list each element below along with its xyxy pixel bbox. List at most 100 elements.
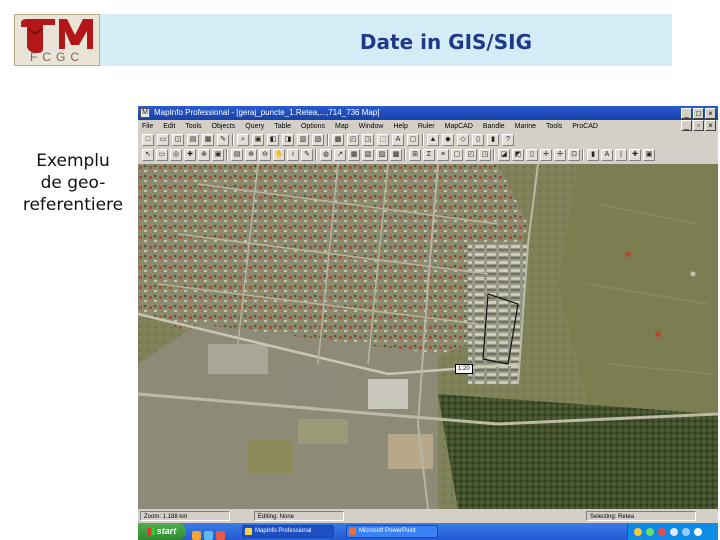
menu-help[interactable]: Help bbox=[389, 120, 411, 133]
toolbar-button-icon[interactable]: ▢ bbox=[407, 134, 419, 146]
toolbar-button-icon[interactable]: Σ bbox=[423, 149, 435, 161]
tray-icon[interactable] bbox=[658, 528, 666, 536]
menu-table[interactable]: Table bbox=[270, 120, 295, 133]
toolbar-button-icon[interactable]: ▣ bbox=[252, 134, 264, 146]
toolbar-button-icon[interactable]: ↖ bbox=[142, 149, 154, 161]
toolbar-button-icon[interactable]: ▣ bbox=[643, 149, 655, 161]
mdi-close-icon[interactable]: × bbox=[705, 120, 716, 131]
toolbar-button-icon[interactable]: ≡ bbox=[437, 149, 449, 161]
toolbar-button-icon[interactable]: ▮ bbox=[487, 134, 499, 146]
toolbar-button-icon[interactable]: ◆ bbox=[442, 134, 454, 146]
toolbar-button-icon[interactable]: ◎ bbox=[170, 149, 182, 161]
toolbar-button-icon[interactable]: ⌕ bbox=[237, 134, 249, 146]
standard-toolbar: □ ▭ ◫ ▤ ▦ ✎ ⌕ ▣ ◧ ◨ ▥ ▧ ▩ ◰ ◳ ⬚ A ▢ ▲ ◆ ◇ ▯ ▮? bbox=[138, 133, 718, 147]
toolbar-button-icon[interactable]: ◨ bbox=[282, 134, 294, 146]
mdi-restore-icon[interactable]: ▫ bbox=[693, 120, 704, 131]
quick-launch-icon[interactable] bbox=[216, 531, 225, 540]
toolbar-button-icon[interactable]: ◇ bbox=[457, 134, 469, 146]
toolbar-button-icon[interactable]: ▣ bbox=[212, 149, 224, 161]
task-mapinfo[interactable]: MapInfo Professional bbox=[242, 525, 334, 538]
toolbar-button-icon[interactable]: ▦ bbox=[348, 149, 360, 161]
close-icon[interactable]: × bbox=[705, 108, 716, 119]
toolbar-button-icon[interactable]: ✎ bbox=[217, 134, 229, 146]
toolbar-button-icon[interactable]: ▭ bbox=[156, 149, 168, 161]
menu-file[interactable]: File bbox=[138, 120, 157, 133]
toolbar-button-icon[interactable]: ◪ bbox=[498, 149, 510, 161]
toolbar-button-icon[interactable]: ▯ bbox=[472, 134, 484, 146]
caption-line: de geo- bbox=[40, 173, 106, 193]
toolbar-button-icon[interactable]: ⊡ bbox=[568, 149, 580, 161]
toolbar-button-icon[interactable]: ▩ bbox=[332, 134, 344, 146]
toolbar-button-icon[interactable]: ▯ bbox=[526, 149, 538, 161]
menu-map[interactable]: Map bbox=[331, 120, 353, 133]
toolbar-button-icon[interactable]: ▩ bbox=[390, 149, 402, 161]
menu-ruler[interactable]: Ruler bbox=[414, 120, 439, 133]
toolbar-button-icon[interactable]: ? bbox=[502, 134, 514, 146]
toolbar-button-icon[interactable]: ⊖ bbox=[259, 149, 271, 161]
tray-icon[interactable] bbox=[694, 528, 702, 536]
toolbar-button-icon[interactable]: A bbox=[392, 134, 404, 146]
toolbar-button-icon[interactable]: ▲ bbox=[427, 134, 439, 146]
toolbar-button-icon[interactable]: ✢ bbox=[554, 149, 566, 161]
toolbar-button-icon[interactable]: i bbox=[287, 149, 299, 161]
toolbar-button-icon[interactable]: ▤ bbox=[231, 149, 243, 161]
toolbar-button-icon[interactable]: ✚ bbox=[629, 149, 641, 161]
tray-icon[interactable] bbox=[634, 528, 642, 536]
toolbar-button-icon[interactable]: ▦ bbox=[202, 134, 214, 146]
start-button[interactable]: start bbox=[138, 523, 186, 540]
toolbar-button-icon[interactable]: ✎ bbox=[301, 149, 313, 161]
toolbar-button-icon[interactable]: □ bbox=[142, 134, 154, 146]
menu-query[interactable]: Query bbox=[241, 120, 268, 133]
map-scale-label: 1:20 bbox=[455, 364, 473, 374]
toolbar-button-icon[interactable]: ▤ bbox=[187, 134, 199, 146]
toolbar-button-icon[interactable]: ◰ bbox=[465, 149, 477, 161]
toolbar-button-icon[interactable]: ◍ bbox=[320, 149, 332, 161]
mdi-minimize-icon[interactable]: _ bbox=[681, 120, 692, 131]
minimize-icon[interactable]: _ bbox=[681, 108, 692, 119]
toolbar-button-icon[interactable]: ⬚ bbox=[377, 134, 389, 146]
toolbar-button-icon[interactable]: ⊞ bbox=[409, 149, 421, 161]
menu-edit[interactable]: Edit bbox=[159, 120, 179, 133]
menu-marine[interactable]: Marine bbox=[511, 120, 540, 133]
toolbar-button-icon[interactable]: ⊕ bbox=[245, 149, 257, 161]
task-powerpoint[interactable]: Microsoft PowerPoint bbox=[346, 525, 438, 538]
menu-window[interactable]: Window bbox=[355, 120, 388, 133]
toolbar-button-icon[interactable]: ▧ bbox=[362, 149, 374, 161]
tray-icon[interactable] bbox=[646, 528, 654, 536]
menu-mapcad[interactable]: MapCAD bbox=[441, 120, 477, 133]
toolbar-button-icon[interactable]: ▥ bbox=[297, 134, 309, 146]
status-editing: Editing: None bbox=[254, 511, 344, 521]
toolbar-button-icon[interactable]: ◫ bbox=[172, 134, 184, 146]
toolbar-button-icon[interactable]: ✋ bbox=[273, 149, 285, 161]
toolbar-button-icon[interactable]: ✛ bbox=[540, 149, 552, 161]
menu-options[interactable]: Options bbox=[297, 120, 329, 133]
toolbar-button-icon[interactable]: ⊗ bbox=[198, 149, 210, 161]
toolbar-button-icon[interactable]: ▭ bbox=[157, 134, 169, 146]
map-view[interactable]: 1:20 bbox=[138, 164, 718, 509]
menu-tools-2[interactable]: Tools bbox=[542, 120, 566, 133]
quick-launch-icon[interactable] bbox=[192, 531, 201, 540]
toolbar-button-icon[interactable]: ▧ bbox=[312, 134, 324, 146]
quick-launch-icon[interactable] bbox=[204, 531, 213, 540]
toolbar-button-icon[interactable]: ◳ bbox=[362, 134, 374, 146]
menu-tools[interactable]: Tools bbox=[181, 120, 205, 133]
toolbar-button-icon[interactable]: A bbox=[601, 149, 613, 161]
toolbar-button-icon[interactable]: ↗ bbox=[334, 149, 346, 161]
toolbar-button-icon[interactable]: ◰ bbox=[347, 134, 359, 146]
menu-procad[interactable]: ProCAD bbox=[568, 120, 602, 133]
tray-icon[interactable] bbox=[670, 528, 678, 536]
toolbar-button-icon[interactable]: ▮ bbox=[587, 149, 599, 161]
tray-icon[interactable] bbox=[682, 528, 690, 536]
menu-objects[interactable]: Objects bbox=[208, 120, 240, 133]
menu-bandle[interactable]: Bandle bbox=[479, 120, 509, 133]
toolbar-button-icon[interactable]: ◧ bbox=[267, 134, 279, 146]
toolbar-button-icon[interactable]: | bbox=[615, 149, 627, 161]
maximize-icon[interactable]: □ bbox=[693, 108, 704, 119]
toolbar-button-icon[interactable]: ◳ bbox=[479, 149, 491, 161]
toolbar-button-icon[interactable]: ◩ bbox=[512, 149, 524, 161]
window-titlebar[interactable]: M MapInfo Professional - [geraj_puncte_1… bbox=[138, 106, 718, 120]
toolbar-button-icon[interactable]: ▨ bbox=[376, 149, 388, 161]
toolbar-button-icon[interactable]: ✚ bbox=[184, 149, 196, 161]
toolbar-button-icon[interactable]: ▢ bbox=[451, 149, 463, 161]
menu-bar: File Edit Tools Objects Query Table Opti… bbox=[138, 120, 718, 133]
